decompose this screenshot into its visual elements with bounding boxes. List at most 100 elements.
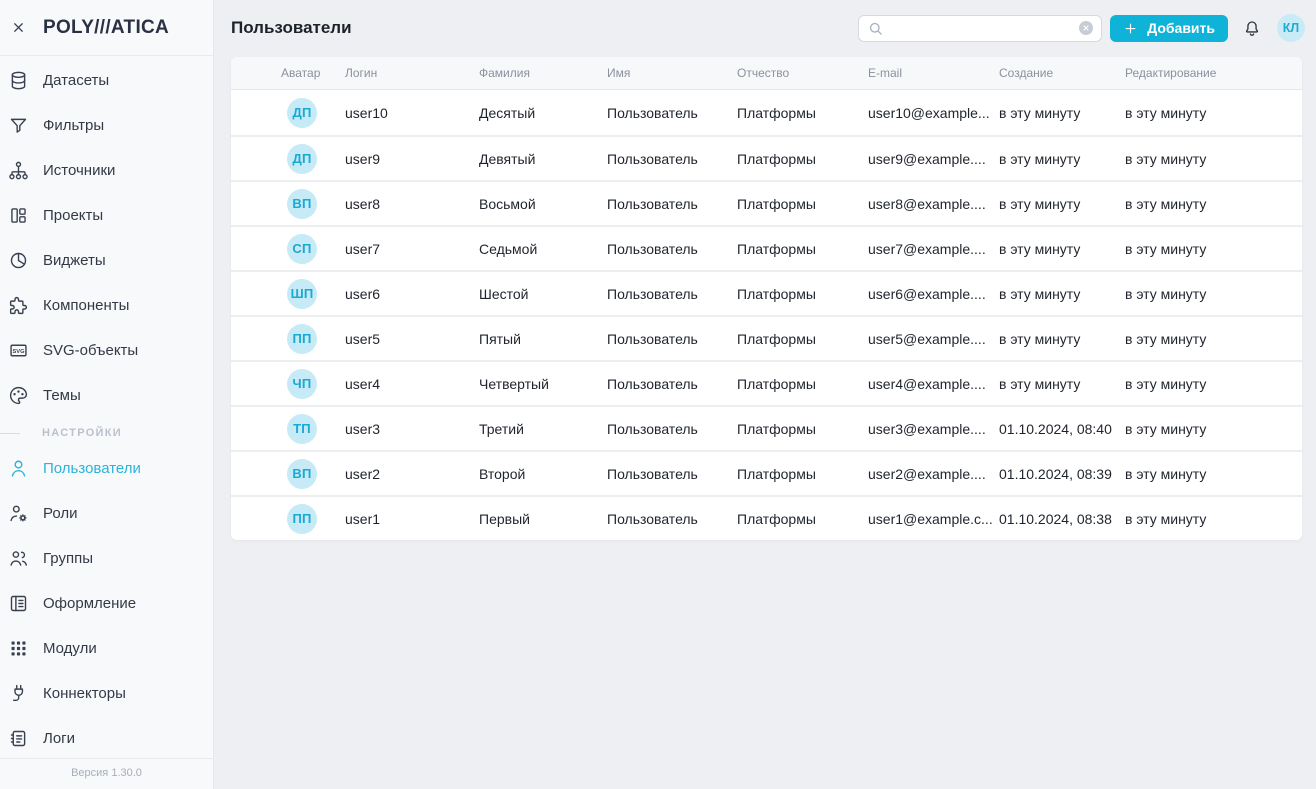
sidebar-item-groups[interactable]: Группы [0,536,213,581]
table-row[interactable]: ДП user9 Девятый Пользователь Платформы … [231,135,1302,180]
sidebar-item-filters[interactable]: Фильтры [0,103,213,148]
avatar: СП [287,234,317,264]
cell-edited: в эту минуту [1125,241,1302,257]
sidebar-item-label: Оформление [43,595,136,612]
table-header-row: Аватар Логин Фамилия Имя Отчество E-mail… [231,57,1302,90]
database-icon [8,70,29,91]
sidebar-item-modules[interactable]: Модули [0,626,213,671]
pie-chart-icon [8,250,29,271]
table-row[interactable]: ВП user2 Второй Пользователь Платформы u… [231,450,1302,495]
sidebar-item-label: Логи [43,730,75,747]
cell-middlename: Платформы [737,331,868,347]
sidebar-item-projects[interactable]: Проекты [0,193,213,238]
cell-login: user4 [345,376,479,392]
avatar-cell: ТП [231,414,345,444]
table-row[interactable]: ШП user6 Шестой Пользователь Платформы u… [231,270,1302,315]
cell-email: user6@example.... [868,286,999,302]
sidebar-item-logs[interactable]: Логи [0,716,213,758]
search-box [858,15,1102,42]
add-user-button[interactable]: Добавить [1110,15,1228,42]
avatar-cell: ПП [231,504,345,534]
cell-created: в эту минуту [999,286,1125,302]
page-title: Пользователи [231,18,352,38]
cell-created: 01.10.2024, 08:40 [999,421,1125,437]
notifications-bell-icon[interactable] [1242,18,1262,39]
palette-icon [8,385,29,406]
avatar: ТП [287,414,317,444]
table-row[interactable]: ЧП user4 Четвертый Пользователь Платформ… [231,360,1302,405]
cell-lastname: Четвертый [479,376,607,392]
sidebar-item-connectors[interactable]: Коннекторы [0,671,213,716]
cell-edited: в эту минуту [1125,196,1302,212]
cell-edited: в эту минуту [1125,105,1302,121]
cell-lastname: Десятый [479,105,607,121]
cell-firstname: Пользователь [607,105,737,121]
plug-icon [8,683,29,704]
cell-lastname: Девятый [479,151,607,167]
cell-lastname: Пятый [479,331,607,347]
sidebar-item-svg-objects[interactable]: SVG SVG-объекты [0,328,213,373]
clear-search-icon[interactable] [1079,21,1093,35]
cell-lastname: Седьмой [479,241,607,257]
avatar: ВП [287,189,317,219]
app-logo: POLY///ATICA [43,17,169,39]
avatar-cell: ШП [231,279,345,309]
cell-login: user5 [345,331,479,347]
cell-created: в эту минуту [999,331,1125,347]
cell-email: user10@example... [868,105,999,121]
cell-firstname: Пользователь [607,421,737,437]
cell-lastname: Первый [479,511,607,527]
cell-email: user7@example.... [868,241,999,257]
search-input[interactable] [884,21,1079,36]
cell-middlename: Платформы [737,105,868,121]
sidebar-item-users[interactable]: Пользователи [0,446,213,491]
section-divider [0,433,20,434]
cell-middlename: Платформы [737,376,868,392]
main-content: Пользователи Добавить КЛ [214,0,1316,789]
sidebar-item-label: Группы [43,550,93,567]
cell-email: user5@example.... [868,331,999,347]
cell-created: в эту минуту [999,151,1125,167]
avatar-cell: СП [231,234,345,264]
cell-edited: в эту минуту [1125,151,1302,167]
sidebar-item-roles[interactable]: Роли [0,491,213,536]
sidebar-item-widgets[interactable]: Виджеты [0,238,213,283]
column-header-firstname: Имя [607,66,737,80]
sidebar-item-appearance[interactable]: Оформление [0,581,213,626]
cell-created: 01.10.2024, 08:38 [999,511,1125,527]
cell-middlename: Платформы [737,421,868,437]
cell-firstname: Пользователь [607,151,737,167]
table-row[interactable]: ПП user5 Пятый Пользователь Платформы us… [231,315,1302,360]
column-header-edited: Редактирование [1125,66,1302,80]
table-row[interactable]: ТП user3 Третий Пользователь Платформы u… [231,405,1302,450]
cell-login: user7 [345,241,479,257]
column-header-lastname: Фамилия [479,66,607,80]
avatar-cell: ПП [231,324,345,354]
sidebar-item-themes[interactable]: Темы [0,373,213,418]
cell-middlename: Платформы [737,511,868,527]
sidebar-item-components[interactable]: Компоненты [0,283,213,328]
cell-middlename: Платформы [737,286,868,302]
app-version: Версия 1.30.0 [0,758,213,789]
cell-login: user3 [345,421,479,437]
cell-lastname: Восьмой [479,196,607,212]
sidebar-item-datasets[interactable]: Датасеты [0,58,213,103]
cell-created: в эту минуту [999,241,1125,257]
avatar: ШП [287,279,317,309]
notes-icon [8,728,29,749]
cell-firstname: Пользователь [607,466,737,482]
cell-firstname: Пользователь [607,241,737,257]
sidebar-nav: Датасеты Фильтры Источники Проекты Видже… [0,56,213,758]
sidebar-item-label: Источники [43,162,115,179]
table-row[interactable]: СП user7 Седьмой Пользователь Платформы … [231,225,1302,270]
cell-middlename: Платформы [737,151,868,167]
cell-login: user8 [345,196,479,212]
grid-icon [8,638,29,659]
sidebar-item-sources[interactable]: Источники [0,148,213,193]
cell-created: 01.10.2024, 08:39 [999,466,1125,482]
close-sidebar-button[interactable] [8,17,29,38]
table-row[interactable]: ДП user10 Десятый Пользователь Платформы… [231,90,1302,135]
table-row[interactable]: ВП user8 Восьмой Пользователь Платформы … [231,180,1302,225]
user-avatar[interactable]: КЛ [1277,14,1305,42]
table-row[interactable]: ПП user1 Первый Пользователь Платформы u… [231,495,1302,540]
